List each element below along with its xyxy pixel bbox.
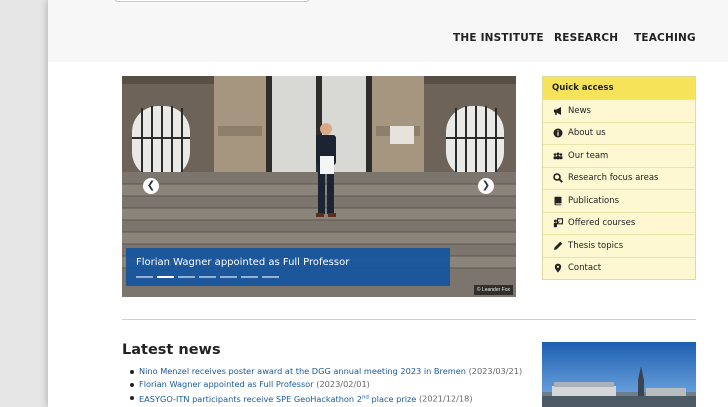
news-date: (2023/02/01)	[316, 379, 370, 389]
slider-dot[interactable]	[157, 276, 174, 278]
photo-credit: © Leander Fox	[473, 285, 513, 295]
quick-access-offered-courses[interactable]: Offered courses	[543, 211, 695, 235]
quick-access-title: Quick access	[543, 77, 695, 99]
slide-caption[interactable]: Florian Wagner appointed as Full Profess…	[126, 248, 450, 286]
news-link-superscript: nd	[361, 394, 369, 400]
slide-caption-text: Florian Wagner appointed as Full Profess…	[136, 257, 350, 268]
nav-research[interactable]: RESEARCH	[554, 32, 618, 44]
quick-access-label: Our team	[568, 150, 609, 161]
news-item[interactable]: Florian Wagner appointed as Full Profess…	[130, 378, 522, 391]
latest-news-heading: Latest news	[122, 342, 221, 358]
nav-teaching[interactable]: TEACHING	[634, 32, 696, 44]
nav-the-institute[interactable]: THE INSTITUTE	[453, 32, 544, 44]
news-date: (2021/12/18)	[418, 393, 473, 404]
quick-access-label: News	[568, 105, 591, 116]
quick-access-our-team[interactable]: Our team	[543, 144, 695, 167]
quick-access-box: Quick access News About us Our team Rese…	[542, 76, 696, 280]
slider-dot[interactable]	[241, 276, 258, 278]
quick-access-contact[interactable]: Contact	[543, 256, 695, 280]
quick-access-label: About us	[568, 128, 606, 139]
slider-dot[interactable]	[178, 276, 195, 278]
info-circle-icon	[553, 128, 563, 138]
news-item[interactable]: Nino Menzel receives poster award at the…	[130, 365, 522, 378]
news-link-text-end: place prize	[368, 393, 417, 404]
page: THE INSTITUTE RESEARCH TEACHING ❮ ❯ Flor…	[48, 0, 728, 407]
quick-access-thesis-topics[interactable]: Thesis topics	[543, 234, 695, 257]
quick-access-label: Contact	[568, 263, 602, 274]
slider-dot[interactable]	[262, 276, 279, 278]
pencil-icon	[554, 241, 563, 250]
news-link[interactable]: EASYGO-ITN participants receive SPE GeoH…	[139, 394, 416, 404]
campus-photo-image	[542, 342, 696, 407]
users-icon	[553, 152, 563, 160]
image-slider[interactable]: ❮ ❯ Florian Wagner appointed as Full Pro…	[122, 76, 516, 297]
news-date: (2023/03/21)	[468, 366, 523, 376]
quick-access-label: Research focus areas	[568, 173, 659, 184]
slider-next-button[interactable]: ❯	[478, 178, 494, 194]
quick-access-research-focus-areas[interactable]: Research focus areas	[543, 166, 695, 190]
news-link[interactable]: Nino Menzel receives poster award at the…	[139, 366, 466, 376]
quick-access-publications[interactable]: Publications	[543, 189, 695, 212]
book-icon	[554, 196, 562, 205]
quick-access-news[interactable]: News	[543, 99, 695, 122]
magnifier-icon	[553, 173, 563, 184]
slider-dot[interactable]	[220, 276, 237, 278]
news-link-text: EASYGO-ITN participants receive SPE GeoH…	[139, 393, 362, 404]
campus-photo[interactable]	[542, 342, 696, 407]
slider-prev-button[interactable]: ❮	[143, 178, 159, 194]
search-input[interactable]	[114, 0, 310, 2]
section-divider	[122, 319, 696, 320]
quick-access-label: Offered courses	[568, 218, 636, 229]
site-header: THE INSTITUTE RESEARCH TEACHING	[48, 0, 728, 62]
slider-dot[interactable]	[199, 276, 216, 278]
quick-access-about-us[interactable]: About us	[543, 121, 695, 145]
quick-access-label: Thesis topics	[568, 240, 624, 251]
slider-dots	[136, 276, 279, 278]
map-marker-icon	[554, 263, 562, 273]
news-list: Nino Menzel receives poster award at the…	[130, 365, 522, 406]
chalkboard-teacher-icon	[553, 218, 563, 228]
news-link[interactable]: Florian Wagner appointed as Full Profess…	[139, 379, 314, 389]
quick-access-label: Publications	[568, 195, 620, 206]
bullhorn-icon	[554, 106, 561, 115]
news-item[interactable]: EASYGO-ITN participants receive SPE GeoH…	[130, 391, 522, 406]
slider-dot[interactable]	[136, 276, 153, 278]
